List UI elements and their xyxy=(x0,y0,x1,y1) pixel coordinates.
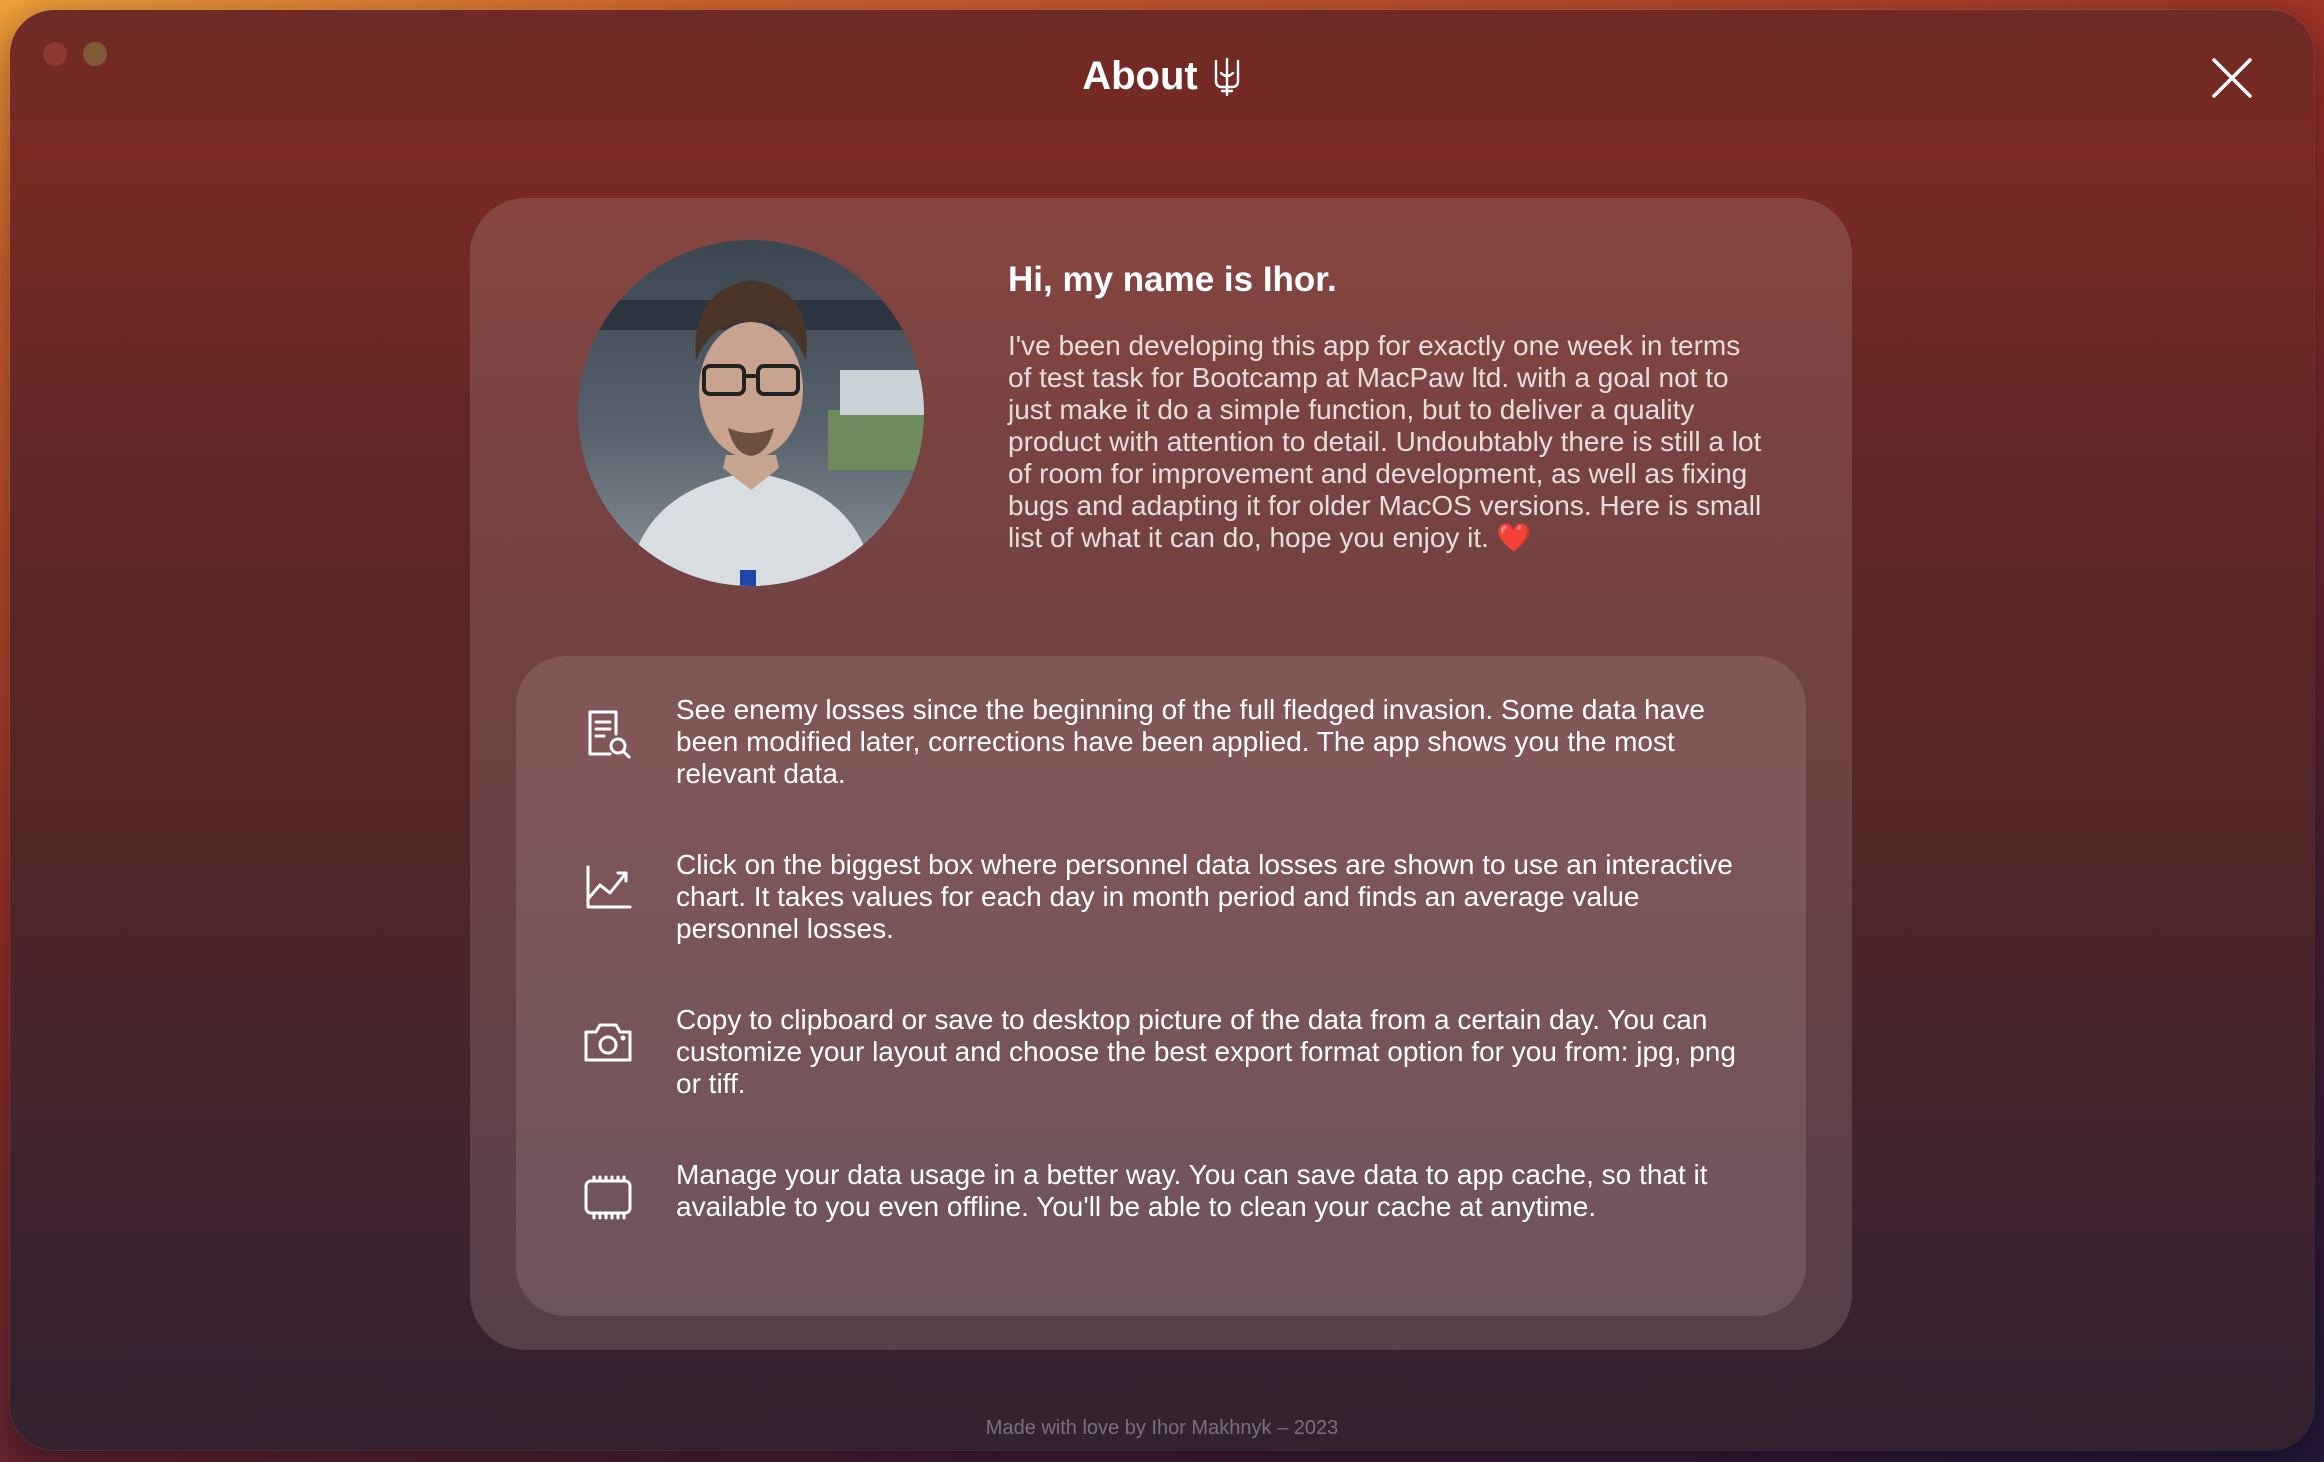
features-panel: See enemy losses since the beginning of … xyxy=(516,656,1806,1316)
close-icon xyxy=(2212,58,2252,98)
close-button[interactable] xyxy=(2206,52,2258,104)
footer-credit: Made with love by Ihor Makhnyk – 2023 xyxy=(985,1417,1339,1439)
feature-text: See enemy losses since the beginning of … xyxy=(676,694,1705,789)
title-text: About xyxy=(1082,54,1198,98)
intro-paragraph: I've been developing this app for exactl… xyxy=(1008,330,1768,554)
document-search-icon xyxy=(588,710,631,759)
trident-icon xyxy=(1214,57,1239,96)
heart-emoji: ❤️ xyxy=(1496,522,1532,553)
feature-text: Copy to clipboard or save to desktop pic… xyxy=(676,1004,1736,1099)
feature-item: See enemy losses since the beginning of … xyxy=(516,694,1806,804)
feature-item: Manage your data usage in a better way. … xyxy=(516,1159,1806,1269)
chart-line-icon xyxy=(586,865,632,909)
about-window: About Hi, my name is Ihor. I've been dev… xyxy=(10,10,2314,1450)
memory-chip-icon xyxy=(584,1175,632,1220)
intro-heading: Hi, my name is Ihor. xyxy=(1008,260,1337,299)
window-title: About xyxy=(10,54,2314,99)
feature-item: Click on the biggest box where personnel… xyxy=(516,849,1806,959)
feature-text: Click on the biggest box where personnel… xyxy=(676,849,1733,944)
intro-section: Hi, my name is Ihor. I've been developin… xyxy=(1008,260,1768,554)
avatar xyxy=(578,240,924,586)
about-card: Hi, my name is Ihor. I've been developin… xyxy=(470,198,1852,1350)
camera-icon xyxy=(584,1023,632,1062)
intro-body: I've been developing this app for exactl… xyxy=(1008,330,1762,553)
feature-text: Manage your data usage in a better way. … xyxy=(676,1159,1708,1222)
feature-item: Copy to clipboard or save to desktop pic… xyxy=(516,1004,1806,1114)
